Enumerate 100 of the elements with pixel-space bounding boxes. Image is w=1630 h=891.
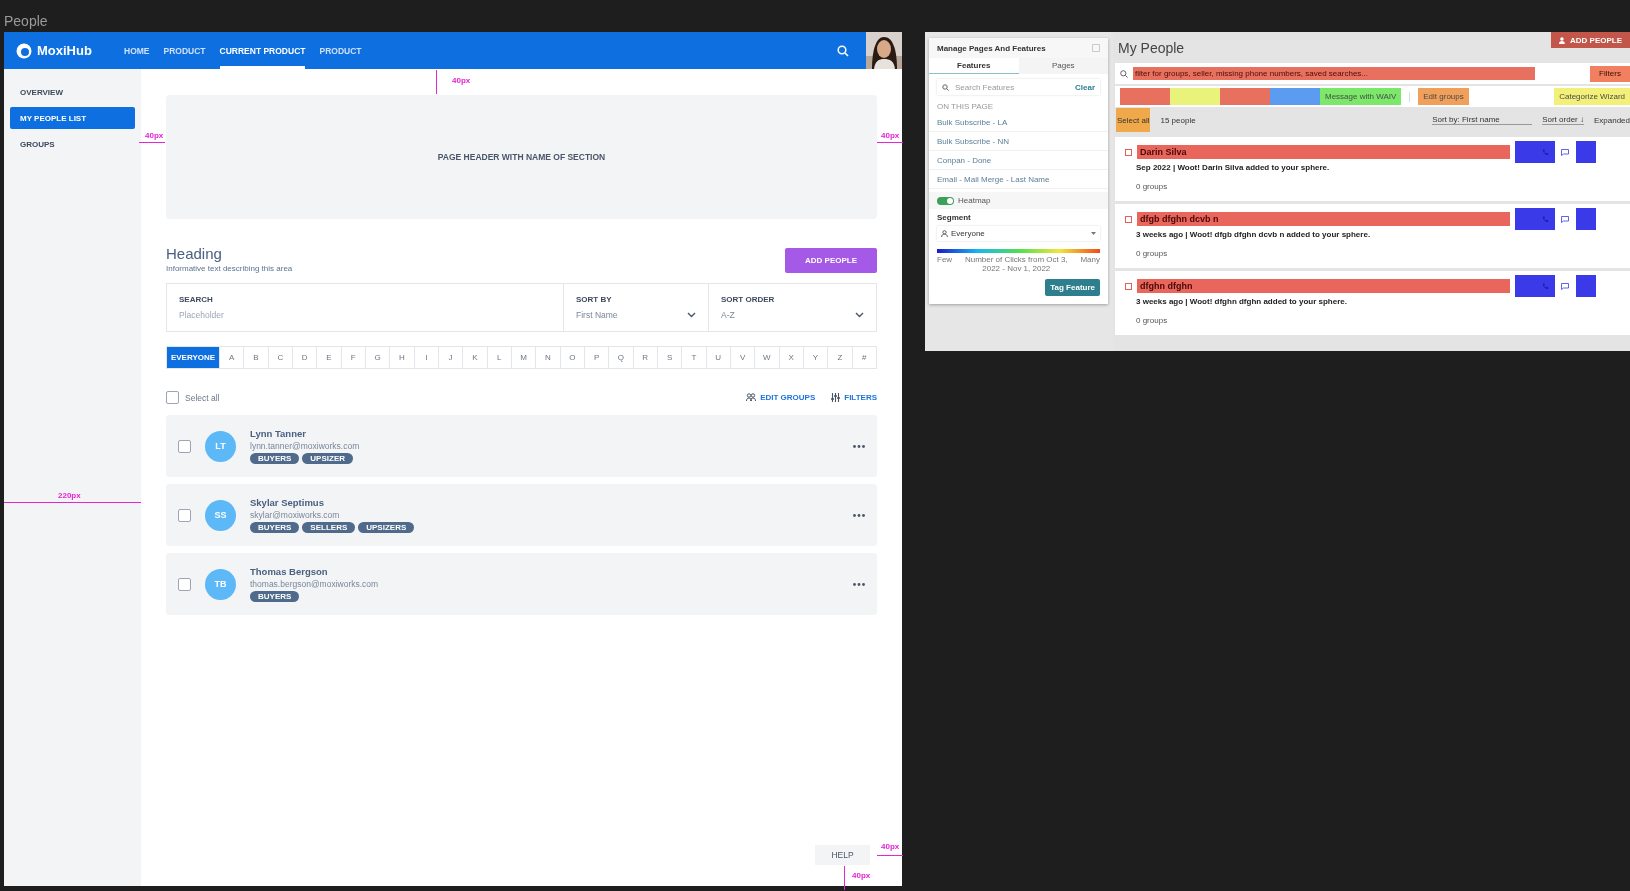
contact-card[interactable]: Darin Silva Sep 2022 | Woot! Darin Silva added to your sphere. 0 groups — [1115, 137, 1630, 201]
row-checkbox[interactable] — [178, 577, 191, 591]
contact-name[interactable]: dfghn dfghn — [1137, 279, 1510, 293]
measurement-label: 40px — [852, 871, 871, 880]
feature-item[interactable]: Bulk Subscribe - NN — [929, 132, 1108, 151]
sidebar-item[interactable]: GROUPS — [10, 133, 135, 155]
phone-icon — [1541, 148, 1549, 156]
filters-button[interactable]: Filters — [1590, 65, 1630, 82]
sidebar-item[interactable]: OVERVIEW — [10, 81, 135, 103]
legend-caption: Number of Clicks from Oct 3, 2022 - Nov 1, 2022 — [963, 255, 1069, 273]
nav-tab[interactable]: PRODUCT — [163, 32, 206, 69]
chat-bubble-icon — [1561, 215, 1569, 223]
avatar-initials: TB — [205, 568, 236, 600]
group-tag: UPSIZERS — [358, 522, 415, 533]
contact-card[interactable]: dfghn dfghn 3 weeks ago | Woot! dfghn dfghn added to your sphere. 0 groups — [1115, 271, 1630, 335]
row-checkbox[interactable] — [178, 508, 191, 522]
toolbar-button[interactable]: Message with WAIV — [1320, 88, 1402, 105]
select-all-label: Select all — [185, 392, 220, 403]
person-row[interactable]: TB Thomas Bergson thomas.bergson@moxiworks.com BUYERS — [166, 553, 877, 615]
filters-button[interactable]: FILTERS — [831, 393, 877, 402]
feature-search-field[interactable]: Search Features Clear — [937, 79, 1100, 95]
caret-icon — [1091, 232, 1096, 235]
edit-groups-button[interactable]: EDIT GROUPS — [746, 393, 816, 402]
feature-item[interactable]: Bulk Subscribe - LA — [929, 113, 1108, 132]
search-icon — [1120, 69, 1128, 78]
measurement-label: 40px — [145, 131, 164, 140]
panel-title: Manage Pages And Features — [937, 43, 1046, 53]
contact-checkbox[interactable] — [1125, 282, 1132, 290]
contact-card[interactable]: dfgb dfghn dcvb n 3 weeks ago | Woot! dfgb dfghn dcvb n added to your sphere. 0 groups — [1115, 204, 1630, 268]
more-options-icon[interactable] — [853, 582, 865, 586]
nav-tab[interactable]: HOME — [124, 32, 150, 69]
search-field[interactable]: Placeholder — [179, 310, 551, 320]
person-row[interactable]: LT Lynn Tanner lynn.tanner@moxiworks.com BUYERS UPSIZER — [166, 415, 877, 477]
section-label: ON THIS PAGE — [936, 101, 995, 113]
person-row[interactable]: SS Skylar Septimus skylar@moxiworks.com BUYERS SELLERS UPSIZERS — [166, 484, 877, 546]
contact-activity: 3 weeks ago | Woot! dfgb dfghn dcvb n added to your sphere. — [1136, 230, 1372, 239]
help-button[interactable]: HELP — [815, 845, 870, 865]
search-icon[interactable] — [837, 44, 849, 57]
people-count: 15 people — [1160, 115, 1196, 125]
sort-order-button[interactable]: Sort order ↓ — [1542, 115, 1584, 125]
group-count: 0 groups — [1136, 249, 1169, 258]
sort-order-dropdown[interactable]: A-Z — [721, 310, 735, 320]
measurement-line — [877, 855, 903, 856]
row-checkbox[interactable] — [178, 439, 191, 453]
letter-filter-tab[interactable]: EVERYONE — [167, 347, 220, 368]
frame-label: People — [4, 13, 48, 29]
phone-icon — [1541, 282, 1549, 290]
group-count: 0 groups — [1136, 182, 1169, 191]
toolbar-button[interactable]: Categorize Wizard — [1554, 88, 1630, 105]
heatmap-toggle[interactable] — [937, 196, 954, 205]
select-all-button[interactable]: Select all — [1116, 108, 1151, 132]
nav-tab[interactable]: CURRENT PRODUCT — [219, 32, 306, 69]
panel-tab[interactable]: Features — [929, 58, 1019, 74]
select-all-checkbox[interactable] — [166, 391, 179, 404]
logo-text: MoxiHub — [37, 43, 92, 58]
person-email: skylar@moxiworks.com — [250, 510, 341, 520]
contact-name[interactable]: dfgb dfghn dcvb n — [1137, 212, 1510, 226]
measurement-line — [436, 70, 437, 94]
feature-item[interactable]: Conpan - Done — [929, 151, 1108, 170]
add-people-button[interactable]: ADD PEOPLE — [1551, 32, 1630, 48]
logo-icon — [16, 42, 32, 59]
person-icon — [941, 230, 948, 237]
people-icon — [746, 393, 757, 402]
contact-checkbox[interactable] — [1125, 215, 1132, 223]
tag-feature-button[interactable]: Tag Feature — [1045, 279, 1100, 296]
section-description: Informative text describing this area — [166, 264, 293, 273]
feature-item[interactable]: Email - Mail Merge - Last Name — [929, 170, 1108, 189]
person-name: Thomas Bergson — [250, 566, 329, 577]
legend-label: Many — [1080, 255, 1100, 264]
add-people-button[interactable]: ADD PEOPLE — [785, 248, 877, 273]
sort-by-dropdown[interactable]: First Name — [576, 310, 618, 320]
avatar-initials: SS — [205, 499, 236, 531]
contact-activity: Sep 2022 | Woot! Darin Silva added to your sphere. — [1136, 163, 1331, 172]
page-header-text: PAGE HEADER WITH NAME OF SECTION — [437, 152, 606, 162]
section-heading: Heading — [166, 245, 223, 262]
group-tag: BUYERS — [250, 453, 300, 464]
segment-dropdown[interactable]: Everyone — [937, 226, 1100, 241]
phone-icon — [1541, 215, 1549, 223]
group-tag: BUYERS — [250, 591, 300, 602]
field-label: SEARCH — [179, 295, 214, 304]
group-tag: BUYERS — [250, 522, 300, 533]
people-search-field[interactable]: filter for groups, seller, missing phone numbers, saved searches... — [1133, 67, 1535, 80]
clear-button[interactable]: Clear — [1075, 82, 1095, 92]
group-tag: UPSIZER — [302, 453, 353, 464]
chat-bubble-icon — [1561, 148, 1569, 156]
nav-tab[interactable]: PRODUCT — [319, 32, 362, 69]
sidebar-item[interactable]: MY PEOPLE LIST — [10, 107, 135, 129]
more-options-icon[interactable] — [853, 444, 865, 448]
sort-by-dropdown[interactable]: Sort by: First name — [1432, 115, 1533, 125]
more-options-icon[interactable] — [853, 513, 865, 517]
field-label: SORT BY — [576, 295, 613, 304]
group-tag: SELLERS — [302, 522, 356, 533]
contact-checkbox[interactable] — [1125, 148, 1132, 156]
toolbar-button[interactable]: Edit groups — [1418, 88, 1469, 105]
field-label: SORT ORDER — [721, 295, 776, 304]
view-dropdown[interactable]: Expanded — [1593, 115, 1630, 125]
panel-tab[interactable]: Pages — [1018, 58, 1108, 74]
contact-name[interactable]: Darin Silva — [1137, 145, 1510, 159]
person-name: Skylar Septimus — [250, 497, 325, 508]
close-icon[interactable] — [1092, 44, 1100, 52]
